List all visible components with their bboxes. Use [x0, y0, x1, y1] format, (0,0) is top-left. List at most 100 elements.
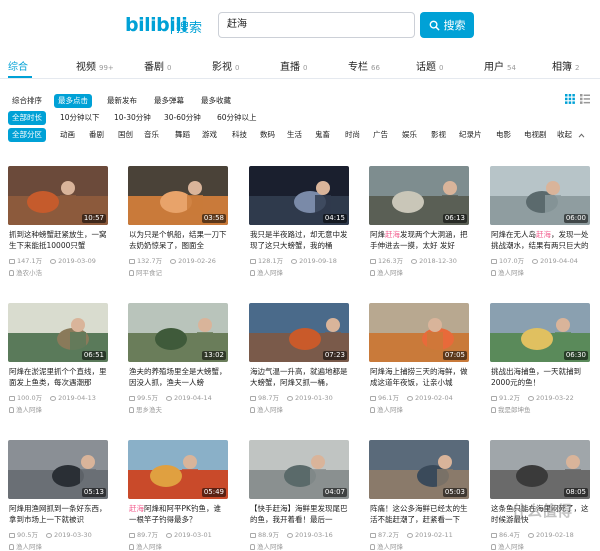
- uploader[interactable]: 渔人阿烽: [370, 404, 403, 414]
- sort-chip[interactable]: 最多收藏: [197, 94, 235, 108]
- tab-item[interactable]: 用户 54: [484, 58, 516, 73]
- uploader[interactable]: 渔人阿烽: [250, 267, 283, 277]
- zone-chip[interactable]: 纪录片: [455, 128, 486, 142]
- sort-chip[interactable]: 最新发布: [103, 94, 141, 108]
- sort-chip[interactable]: 最多弹幕: [150, 94, 188, 108]
- video-thumbnail[interactable]: 05:13: [8, 440, 108, 499]
- grid-view-icon[interactable]: [565, 94, 575, 104]
- uploader[interactable]: 渔人阿烽: [370, 267, 403, 277]
- zone-chip[interactable]: 游戏: [198, 128, 221, 142]
- sort-chip[interactable]: 综合排序: [8, 94, 46, 108]
- video-thumbnail[interactable]: 03:58: [128, 166, 228, 225]
- video-title[interactable]: 阿烽在淤泥里抓个个直线，里面发上鱼类，每次遇潮那: [9, 366, 108, 388]
- duration-chip[interactable]: 全部时长: [8, 111, 46, 125]
- uploader[interactable]: 渔人阿烽: [491, 267, 524, 277]
- zone-chip[interactable]: 音乐: [140, 128, 163, 142]
- uploader[interactable]: 渔人阿烽: [9, 404, 42, 414]
- tab-item[interactable]: 专栏 66: [348, 58, 380, 73]
- tab-item[interactable]: 直播 0: [280, 58, 307, 73]
- zone-chip[interactable]: 广告: [369, 128, 392, 142]
- uploader[interactable]: 渔人阿烽: [9, 541, 42, 551]
- tab-item[interactable]: 番剧 0: [144, 58, 171, 73]
- tab-item[interactable]: 话题 0: [416, 58, 443, 73]
- video-title[interactable]: 我只是半夜路过，却无意中发现了这只大螃蟹，我的桶: [250, 229, 349, 251]
- zone-chip[interactable]: 电视剧: [520, 128, 551, 142]
- video-title[interactable]: 海边气温一升高，就遍地都是大螃蟹，阿烽又抓一桶，: [250, 366, 349, 388]
- zone-chip[interactable]: 科技: [228, 128, 251, 142]
- video-thumbnail[interactable]: 07:05: [369, 303, 469, 362]
- video-title[interactable]: 阿烽海上捕捞三天的海鲜，做成这道年夜饭，让亲小城: [370, 366, 469, 388]
- video-title[interactable]: 抓到这种螃蟹赶紧放生，一窝生下来能抵10000只蟹: [9, 229, 108, 251]
- uploader[interactable]: 渔人阿烽: [129, 541, 162, 551]
- tab-item[interactable]: 视频 99+: [76, 58, 114, 73]
- video-thumbnail[interactable]: 06:13: [369, 166, 469, 225]
- zone-chip[interactable]: 时尚: [341, 128, 364, 142]
- video-title[interactable]: 赶海阿烽和阿平PK钓鱼，谁一根竿子钓得最多？: [129, 503, 228, 525]
- zone-chip[interactable]: 舞蹈: [171, 128, 194, 142]
- zone-chip[interactable]: 娱乐: [398, 128, 421, 142]
- zone-chip[interactable]: 鬼畜: [311, 128, 334, 142]
- video-thumbnail[interactable]: 05:03: [369, 440, 469, 499]
- tab-all[interactable]: 综合: [8, 58, 28, 73]
- zone-chip[interactable]: 数码: [256, 128, 279, 142]
- video-thumbnail[interactable]: 04:07: [249, 440, 349, 499]
- duration-chip[interactable]: 10分钟以下: [56, 111, 104, 125]
- video-thumbnail[interactable]: 06:00: [490, 166, 590, 225]
- uploader[interactable]: 渔人阿烽: [370, 541, 403, 551]
- zone-chip[interactable]: 收起: [553, 128, 576, 142]
- zone-chip[interactable]: 国创: [114, 128, 137, 142]
- tab-item[interactable]: 影视 0: [212, 58, 239, 73]
- zone-chip[interactable]: 番剧: [85, 128, 108, 142]
- duration-chip[interactable]: 60分钟以上: [213, 111, 261, 125]
- video-title[interactable]: 挑战出海捕鱼，一天就捕到2000元的鱼！: [491, 366, 590, 388]
- search-input[interactable]: 赶海: [218, 12, 415, 38]
- uploader-name: 思乡渔夫: [136, 406, 162, 414]
- video-title[interactable]: 【快手赶海】海鲜里发现尾巴的鱼，我开着看！最后一: [250, 503, 349, 525]
- chevron-up-icon[interactable]: [578, 133, 585, 138]
- video-title[interactable]: 阿烽赶海发现两个大洞涵，把手伸进去一摸，太好 发好: [370, 229, 469, 251]
- uploader-icon: [491, 270, 496, 276]
- search-button[interactable]: 搜索: [420, 12, 474, 38]
- title-text: 海边气温一升高，就遍地都是大螃蟹，阿烽又抓一桶，: [250, 367, 348, 387]
- zone-chip[interactable]: 动画: [56, 128, 79, 142]
- video-thumbnail[interactable]: 10:57: [8, 166, 108, 225]
- video-title[interactable]: 渔夫的养殖场里全是大螃蟹，因没人抓，渔夫一人螃: [129, 366, 228, 388]
- play-count-icon: [370, 258, 376, 264]
- video-thumbnail[interactable]: 06:30: [490, 303, 590, 362]
- uploader[interactable]: 阿平食记: [129, 267, 162, 277]
- video-title[interactable]: 阵痛！这公多海鲜已经太的生活不能赶潮了，赶紧看一下: [370, 503, 469, 525]
- zone-chip[interactable]: 生活: [283, 128, 306, 142]
- list-view-icon[interactable]: [580, 94, 590, 104]
- tab-item[interactable]: 相簿 2: [552, 58, 579, 73]
- uploader[interactable]: 思乡渔夫: [129, 404, 162, 414]
- video-title[interactable]: 以为只是个帆船，结果一刀下去奶奶惊呆了，图面全: [129, 229, 228, 251]
- zone-chip[interactable]: 全部分区: [8, 128, 46, 142]
- uploader[interactable]: 渔农小浩: [9, 267, 42, 277]
- video-thumbnail[interactable]: 08:05: [490, 440, 590, 499]
- video-thumbnail[interactable]: 13:02: [128, 303, 228, 362]
- view-count: 147.1万: [17, 257, 43, 265]
- video-thumbnail[interactable]: 07:23: [249, 303, 349, 362]
- uploader[interactable]: 我是郎坤鱼: [491, 404, 531, 414]
- zone-chip[interactable]: 影视: [427, 128, 450, 142]
- video-thumbnail[interactable]: 06:51: [8, 303, 108, 362]
- uploader-name: 渔人阿烽: [377, 406, 403, 414]
- video-title[interactable]: 阿烽在无人岛赶海，发现一处挑战潮水，结果有两只巨大的: [491, 229, 590, 251]
- uploader-name: 渔人阿烽: [377, 543, 403, 551]
- duration-badge: 04:07: [322, 488, 347, 497]
- zone-chip[interactable]: 电影: [492, 128, 515, 142]
- uploader[interactable]: 渔人阿烽: [491, 541, 524, 551]
- sort-chip[interactable]: 最多点击: [54, 94, 92, 108]
- uploader[interactable]: 渔人阿烽: [250, 541, 283, 551]
- duration-chip[interactable]: 30-60分钟: [160, 111, 205, 125]
- duration-chip[interactable]: 10-30分钟: [110, 111, 155, 125]
- view-count: 126.3万: [378, 257, 404, 265]
- video-thumbnail[interactable]: 05:49: [128, 440, 228, 499]
- duration-badge: 06:13: [442, 214, 467, 223]
- video-title[interactable]: 阿烽用渔网抓到一条好东西，拿到市场上一下就被识: [9, 503, 108, 525]
- uploader-name: 渔人阿烽: [498, 543, 524, 551]
- uploader[interactable]: 渔人阿烽: [250, 404, 283, 414]
- tab-label: 综合: [8, 62, 28, 73]
- video-thumbnail[interactable]: 04:15: [249, 166, 349, 225]
- duration-badge: 06:30: [563, 351, 588, 360]
